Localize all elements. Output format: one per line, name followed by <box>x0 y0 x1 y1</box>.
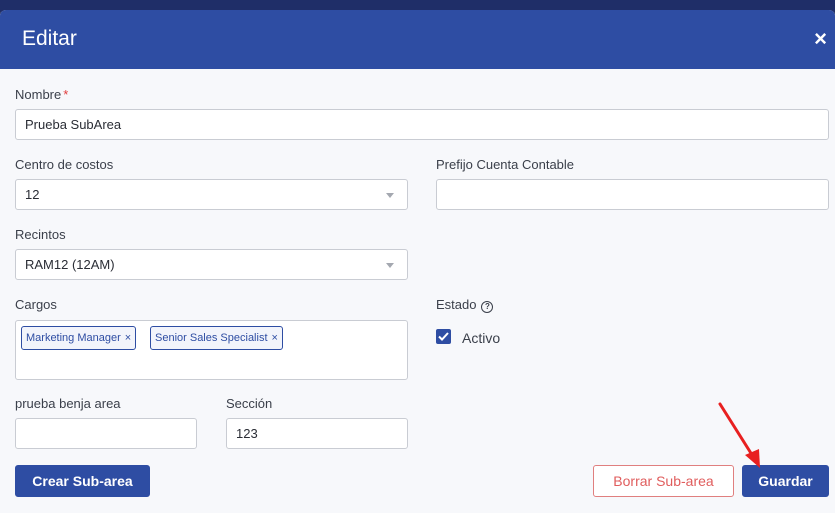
cargo-tag: Senior Sales Specialist × <box>150 326 283 350</box>
nombre-label: Nombre * <box>15 87 69 102</box>
seccion-input[interactable]: 123 <box>226 418 408 449</box>
recintos-select[interactable]: RAM12 (12AM) <box>15 249 408 280</box>
centro-costos-label: Centro de costos <box>15 157 114 172</box>
modal-header: Editar × <box>0 10 835 69</box>
estado-label: Estado? <box>436 297 494 313</box>
check-icon <box>438 332 449 341</box>
close-icon[interactable]: × <box>814 28 827 50</box>
chevron-down-icon <box>386 193 394 198</box>
prefijo-label: Prefijo Cuenta Contable <box>436 157 575 172</box>
prefijo-input[interactable] <box>436 179 829 210</box>
nombre-input[interactable]: Prueba SubArea <box>15 109 829 140</box>
recintos-value: RAM12 (12AM) <box>25 257 115 272</box>
activo-checkbox[interactable] <box>436 329 451 344</box>
cargo-tag: Marketing Manager × <box>21 326 137 350</box>
chevron-down-icon <box>386 263 394 268</box>
recintos-label: Recintos <box>15 227 66 242</box>
seccion-label: Sección <box>226 396 273 411</box>
crear-subarea-button[interactable]: Crear Sub-area <box>15 465 150 497</box>
edit-modal: Editar × Nombre * Prueba SubArea Centro d… <box>0 10 835 513</box>
centro-costos-select[interactable]: 12 <box>15 179 408 210</box>
remove-tag-icon[interactable]: × <box>125 332 131 344</box>
modal-title: Editar <box>22 27 77 50</box>
remove-tag-icon[interactable]: × <box>272 332 278 344</box>
cargos-label: Cargos <box>15 297 57 312</box>
prueba-input[interactable] <box>15 418 197 449</box>
activo-label: Activo <box>462 330 501 346</box>
annotation-arrow-icon <box>718 402 760 468</box>
prueba-label: prueba benja area <box>15 396 121 411</box>
centro-costos-value: 12 <box>25 187 40 202</box>
required-mark: * <box>63 87 69 102</box>
help-icon[interactable]: ? <box>481 301 494 313</box>
cargos-multiselect[interactable]: Marketing Manager × Senior Sales Speciali… <box>15 320 408 380</box>
